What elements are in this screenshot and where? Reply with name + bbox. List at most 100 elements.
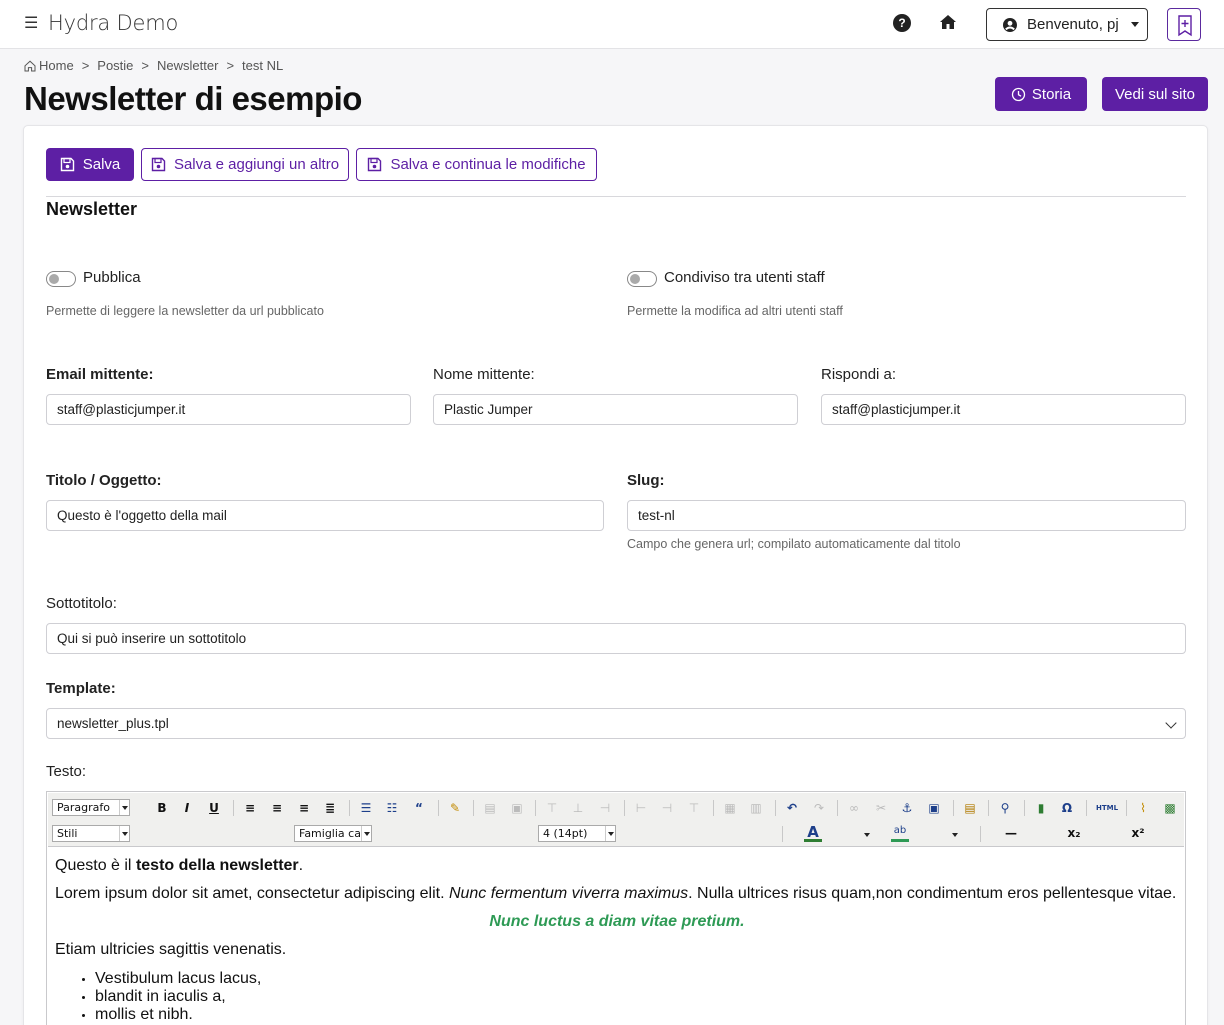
content-italic-text: Nunc fermentum viverra maximus bbox=[448, 885, 689, 902]
chevron-down-icon[interactable] bbox=[864, 833, 870, 837]
slug-input[interactable]: test-nl bbox=[627, 500, 1186, 531]
condiviso-toggle[interactable] bbox=[627, 271, 657, 287]
anchor-icon[interactable]: ⚓ bbox=[899, 799, 915, 817]
chevron-down-icon bbox=[361, 826, 371, 841]
chevron-down-icon[interactable] bbox=[952, 833, 958, 837]
nome-mittente-input[interactable]: Plastic Jumper bbox=[433, 394, 798, 425]
content-paragraph: Etiam ultricies sagittis venenatis. bbox=[55, 941, 287, 958]
html-source-button[interactable]: HTML bbox=[1094, 799, 1120, 817]
salva-aggiungi-button[interactable]: Salva e aggiungi un altro bbox=[141, 148, 349, 181]
storia-button[interactable]: Storia bbox=[995, 77, 1087, 111]
nome-mittente-label: Nome mittente: bbox=[433, 366, 535, 383]
content-text: . bbox=[298, 857, 304, 874]
titolo-label: Titolo / Oggetto: bbox=[46, 472, 162, 489]
user-menu-label: Benvenuto, pj bbox=[1027, 16, 1119, 33]
redo-icon[interactable]: ↷ bbox=[811, 799, 827, 817]
bullet-list-icon[interactable]: ☰ bbox=[358, 799, 374, 817]
delete-col-icon[interactable]: ⊤ bbox=[686, 799, 702, 817]
user-menu-dropdown[interactable]: Benvenuto, pj bbox=[986, 8, 1148, 41]
toolbar-separator bbox=[624, 800, 625, 816]
align-left-icon[interactable]: ≡ bbox=[242, 799, 258, 817]
salva-continua-button[interactable]: Salva e continua le modifiche bbox=[356, 148, 597, 181]
vedi-sul-sito-button[interactable]: Vedi sul sito bbox=[1102, 77, 1208, 111]
email-mittente-input[interactable]: staff@plasticjumper.it bbox=[46, 394, 411, 425]
cleanup-broom-icon[interactable]: ⌇ bbox=[1135, 799, 1151, 817]
help-icon[interactable]: ? bbox=[893, 14, 911, 32]
image-icon[interactable]: ▣ bbox=[926, 799, 942, 817]
highlight-color-icon[interactable]: ab bbox=[891, 824, 909, 842]
find-replace-icon[interactable]: ⚲ bbox=[997, 799, 1013, 817]
edit-note-icon[interactable]: ✎ bbox=[447, 799, 463, 817]
home-outline-icon bbox=[24, 60, 36, 71]
delete-row-icon[interactable]: ⊣ bbox=[597, 799, 613, 817]
titolo-input[interactable]: Questo è l'oggetto della mail bbox=[46, 500, 604, 531]
template-select[interactable]: newsletter_plus.tpl bbox=[46, 708, 1186, 739]
page-title: Newsletter di esempio bbox=[24, 80, 362, 117]
chevron-down-icon bbox=[1165, 717, 1177, 729]
salva-button-label: Salva bbox=[82, 156, 121, 173]
chevron-down-icon bbox=[119, 800, 129, 815]
breadcrumb-home[interactable]: Home bbox=[24, 58, 74, 73]
breadcrumb-newsletter[interactable]: Newsletter bbox=[157, 58, 218, 73]
align-right-icon[interactable]: ≡ bbox=[296, 799, 312, 817]
link-icon[interactable]: ∞ bbox=[846, 799, 862, 817]
superscript-icon[interactable]: x² bbox=[1130, 824, 1146, 842]
editor-content[interactable]: Questo è il testo della newsletter. Lore… bbox=[55, 852, 1179, 1024]
template-image-icon[interactable]: ▩ bbox=[1162, 799, 1178, 817]
sottotitolo-input[interactable]: Qui si può inserire un sottotitolo bbox=[46, 623, 1186, 654]
menu-icon[interactable]: ☰ bbox=[24, 13, 38, 33]
blockquote-icon[interactable]: “ bbox=[411, 799, 427, 817]
table-cell-icon[interactable]: ▣ bbox=[509, 799, 525, 817]
email-mittente-label: Email mittente: bbox=[46, 366, 154, 383]
bold-icon[interactable]: B bbox=[154, 799, 170, 817]
bookmark-add-button[interactable] bbox=[1167, 8, 1201, 41]
salva-button[interactable]: Salva bbox=[46, 148, 134, 181]
styles-select[interactable]: Stili bbox=[52, 825, 130, 842]
rispondi-input[interactable]: staff@plasticjumper.it bbox=[821, 394, 1186, 425]
subscript-icon[interactable]: x₂ bbox=[1066, 824, 1082, 842]
align-center-icon[interactable]: ≡ bbox=[269, 799, 285, 817]
col-before-icon[interactable]: ⊢ bbox=[633, 799, 649, 817]
merge-cells-icon[interactable]: ▦ bbox=[722, 799, 738, 817]
underline-icon[interactable]: U bbox=[206, 799, 222, 817]
media-icon[interactable]: ▮ bbox=[1033, 799, 1049, 817]
home-icon[interactable] bbox=[939, 13, 957, 31]
breadcrumb-postie[interactable]: Postie bbox=[97, 58, 133, 73]
split-cells-icon[interactable]: ▥ bbox=[748, 799, 764, 817]
section-title: Newsletter bbox=[46, 199, 138, 219]
col-after-icon[interactable]: ⊣ bbox=[659, 799, 675, 817]
top-navbar: ☰ Hydra Demo ? Benvenuto, pj bbox=[0, 0, 1224, 49]
special-char-icon[interactable]: Ω bbox=[1059, 799, 1075, 817]
font-size-select[interactable]: 4 (14pt) bbox=[538, 825, 616, 842]
paste-text-icon[interactable]: ▤ bbox=[962, 799, 978, 817]
app-brand[interactable]: Hydra Demo bbox=[48, 11, 178, 35]
toolbar-separator bbox=[713, 800, 714, 816]
row-before-icon[interactable]: ⊤ bbox=[544, 799, 560, 817]
user-circle-icon bbox=[1003, 17, 1017, 32]
bookmark-plus-icon bbox=[1178, 15, 1192, 37]
condiviso-label: Condiviso tra utenti staff bbox=[664, 269, 825, 286]
breadcrumb-separator: > bbox=[81, 58, 90, 73]
horizontal-rule-icon[interactable]: — bbox=[1001, 824, 1021, 842]
table-row-icon[interactable]: ▤ bbox=[482, 799, 498, 817]
toolbar-separator bbox=[988, 800, 989, 816]
undo-icon[interactable]: ↶ bbox=[784, 799, 800, 817]
vedi-sul-sito-label: Vedi sul sito bbox=[1114, 85, 1196, 103]
toolbar-separator bbox=[1024, 800, 1025, 816]
numbered-list-icon[interactable]: ☷ bbox=[384, 799, 400, 817]
row-after-icon[interactable]: ⊥ bbox=[570, 799, 586, 817]
content-paragraph: Questo è il testo della newsletter. bbox=[55, 852, 1179, 880]
font-color-icon[interactable]: A bbox=[804, 824, 822, 842]
condiviso-help: Permette la modifica ad altri utenti sta… bbox=[627, 304, 843, 318]
floppy-disk-icon bbox=[151, 157, 166, 172]
clock-icon bbox=[1011, 87, 1026, 101]
font-family-select[interactable]: Famiglia cara bbox=[294, 825, 372, 842]
toolbar-separator bbox=[349, 800, 350, 816]
styles-select-value: Stili bbox=[57, 827, 78, 840]
pubblica-toggle[interactable] bbox=[46, 271, 76, 287]
italic-icon[interactable]: I bbox=[179, 799, 195, 817]
format-select[interactable]: Paragrafo bbox=[52, 799, 130, 816]
content-bold-text: testo della newsletter bbox=[135, 857, 299, 874]
unlink-icon[interactable]: ✂ bbox=[873, 799, 889, 817]
align-justify-icon[interactable]: ≣ bbox=[322, 799, 338, 817]
